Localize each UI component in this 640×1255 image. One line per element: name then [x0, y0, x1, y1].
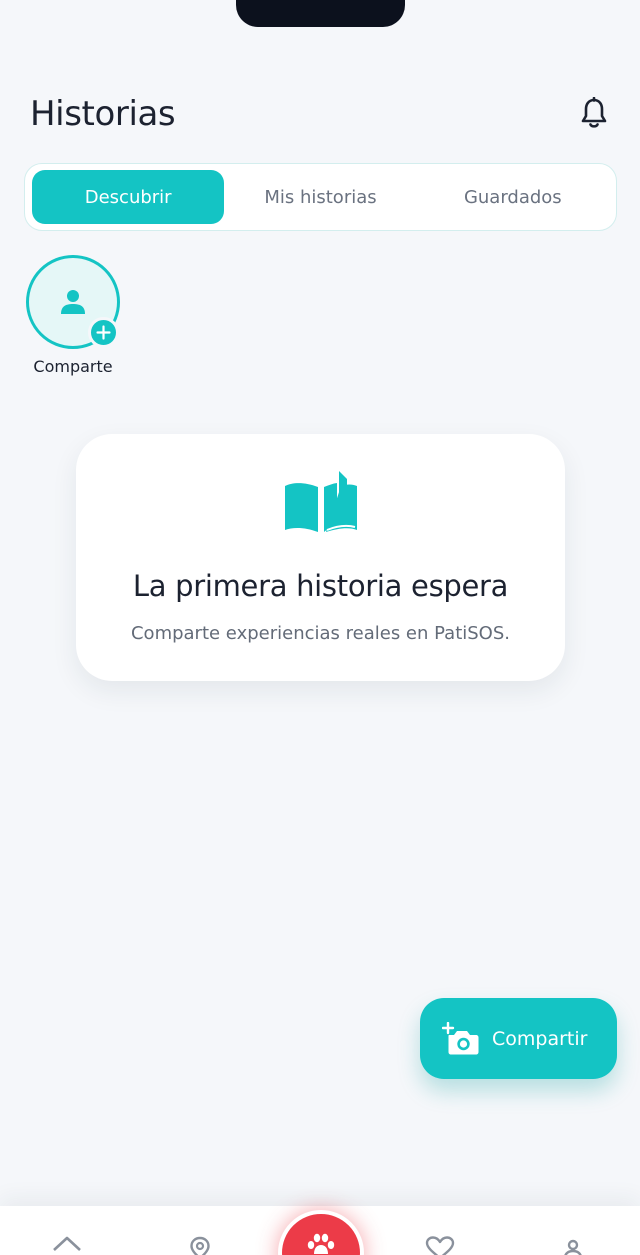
- home-icon[interactable]: [52, 1236, 82, 1255]
- map-pin-icon[interactable]: [188, 1236, 212, 1255]
- add-story-label: Comparte: [33, 357, 113, 376]
- add-photo-icon: [442, 1021, 479, 1054]
- add-story-button[interactable]: Comparte: [26, 255, 122, 376]
- share-fab-label: Compartir: [492, 1027, 588, 1050]
- device-notch: [236, 0, 405, 27]
- page-title: Historias: [30, 94, 176, 134]
- story-tabs: Descubrir Mis historias Guardados: [24, 163, 617, 231]
- plus-icon: [88, 317, 119, 348]
- share-fab-button[interactable]: Compartir: [420, 998, 617, 1079]
- story-avatar[interactable]: [26, 255, 120, 349]
- user-icon: [61, 290, 85, 314]
- empty-state-card: La primera historia espera Comparte expe…: [76, 434, 565, 681]
- tab-guardados[interactable]: Guardados: [417, 170, 609, 224]
- profile-icon[interactable]: [563, 1236, 583, 1255]
- open-book-icon: [285, 471, 357, 532]
- paw-icon: [307, 1233, 335, 1254]
- tab-descubrir[interactable]: Descubrir: [32, 170, 225, 224]
- historias-screen: Historias Descubrir Mis historias Guarda…: [0, 0, 640, 1255]
- tab-mis-historias[interactable]: Mis historias: [224, 170, 416, 224]
- empty-state-subtitle: Comparte experiencias reales en PatiSOS.: [130, 623, 510, 644]
- bell-icon[interactable]: [578, 96, 610, 132]
- page-header: Historias: [30, 94, 610, 138]
- heart-icon[interactable]: [424, 1236, 456, 1255]
- empty-state-title: La primera historia espera: [132, 569, 509, 603]
